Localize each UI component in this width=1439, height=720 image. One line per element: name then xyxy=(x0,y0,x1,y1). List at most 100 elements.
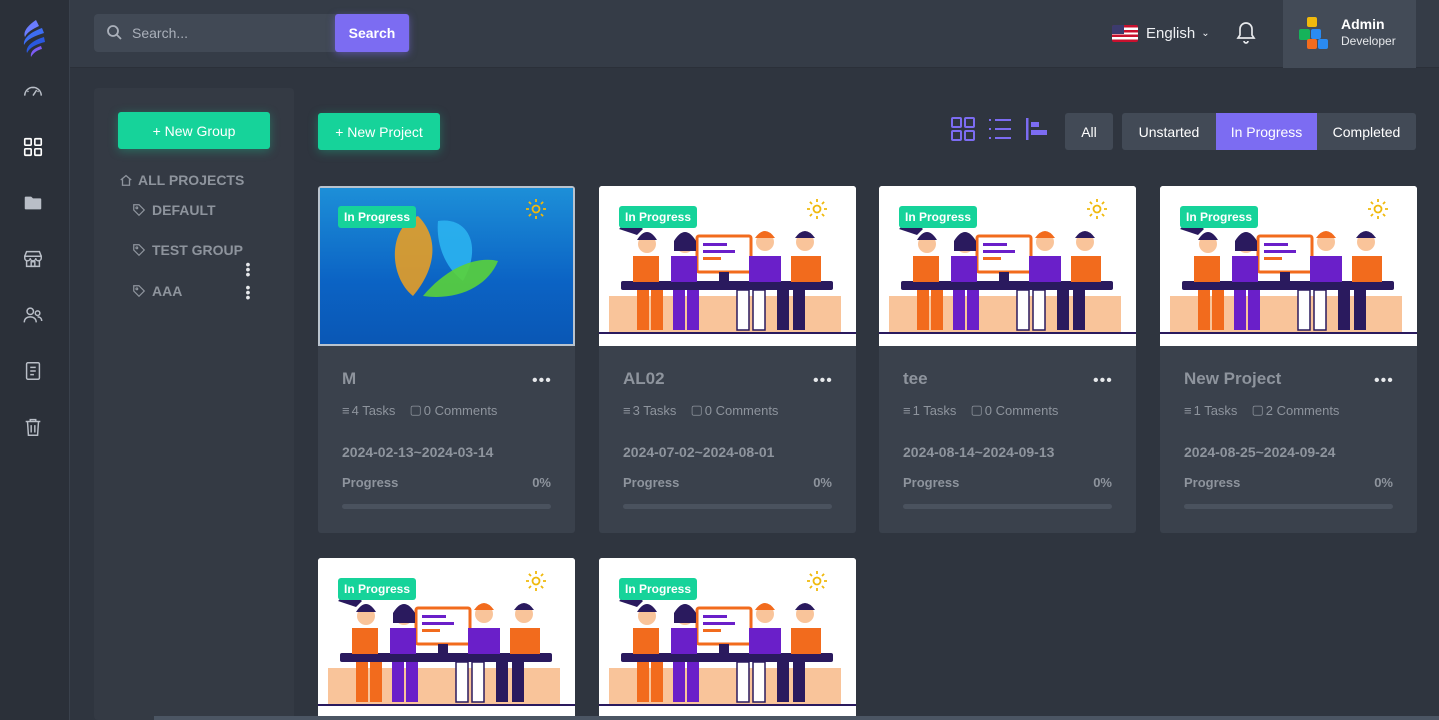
chevron-down-icon: ⌄ xyxy=(1201,27,1210,39)
project-date-range: 2024-08-25~2024-09-24 xyxy=(1184,444,1336,460)
progress-value: 0% xyxy=(1093,475,1112,490)
list-view-icon[interactable] xyxy=(987,116,1013,142)
task-count: 4 Tasks xyxy=(351,402,396,418)
app-logo-icon[interactable] xyxy=(17,18,51,58)
progress-label: Progress xyxy=(623,475,680,490)
project-card[interactable]: In Progress M ••• ≡ 4 Tasks ▢ 0 Comments 2… xyxy=(318,186,575,533)
project-date-range: 2024-02-13~2024-03-14 xyxy=(342,444,494,460)
progress-value: 0% xyxy=(1374,475,1393,490)
task-list-icon: ≡ xyxy=(342,402,350,418)
tag-icon xyxy=(133,244,146,257)
progress-value: 0% xyxy=(532,475,551,490)
more-options-icon[interactable]: ••• xyxy=(1374,372,1394,390)
progress-bar xyxy=(342,504,551,509)
filter-in-progress-button[interactable]: In Progress xyxy=(1216,113,1317,150)
more-options-icon[interactable]: ••• xyxy=(1093,372,1113,390)
all-projects-link[interactable]: ALL PROJECTS xyxy=(119,172,244,188)
top-bar: Search English ⌄ Admin Developer xyxy=(70,0,1439,68)
group-item-label: AAA xyxy=(152,283,183,299)
store-icon[interactable] xyxy=(22,248,48,274)
project-title[interactable]: New Project xyxy=(1184,369,1281,389)
status-badge: In Progress xyxy=(619,206,698,228)
comment-count: 2 Comments xyxy=(1265,402,1340,418)
dashboard-gauge-icon[interactable] xyxy=(22,80,48,106)
document-icon[interactable] xyxy=(22,360,48,386)
group-options-kebab-icon[interactable]: • • • xyxy=(243,257,253,281)
comment-count: 0 Comments xyxy=(984,402,1059,418)
users-icon[interactable] xyxy=(22,304,48,330)
gantt-view-icon[interactable] xyxy=(1024,116,1050,142)
home-icon xyxy=(120,174,132,186)
search-button[interactable]: Search xyxy=(335,14,409,52)
task-list-icon: ≡ xyxy=(903,402,911,418)
notification-bell-icon[interactable] xyxy=(1234,20,1258,46)
settings-gear-icon[interactable] xyxy=(1085,197,1109,221)
search-icon xyxy=(106,24,122,40)
comment-icon: ▢ xyxy=(970,402,983,417)
project-stats: ≡ 4 Tasks ▢ 0 Comments xyxy=(342,402,497,418)
group-item-aaa[interactable]: AAA xyxy=(132,283,182,299)
project-card[interactable]: In Progress AL02 ••• ≡ 3 Tasks ▢ 0 Comment… xyxy=(599,186,856,533)
progress-label: Progress xyxy=(342,475,399,490)
more-options-icon[interactable]: ••• xyxy=(532,372,552,390)
progress-bar xyxy=(903,504,1112,509)
user-name: Admin xyxy=(1341,16,1385,32)
horizontal-scrollbar[interactable] xyxy=(154,716,1439,720)
project-date-range: 2024-08-14~2024-09-13 xyxy=(903,444,1055,460)
project-date-range: 2024-07-02~2024-08-01 xyxy=(623,444,775,460)
folder-icon[interactable] xyxy=(22,192,48,218)
task-list-icon: ≡ xyxy=(623,402,631,418)
progress-label: Progress xyxy=(1184,475,1241,490)
more-options-icon[interactable]: ••• xyxy=(813,372,833,390)
progress-bar xyxy=(1184,504,1393,509)
tag-icon xyxy=(133,204,146,217)
group-item-test-group[interactable]: TEST GROUP xyxy=(132,242,243,258)
group-item-default[interactable]: DEFAULT xyxy=(132,202,216,218)
comment-count: 0 Comments xyxy=(704,402,779,418)
settings-gear-icon[interactable] xyxy=(524,197,548,221)
new-project-button[interactable]: + New Project xyxy=(318,113,440,150)
filter-unstarted-button[interactable]: Unstarted xyxy=(1122,113,1216,150)
project-stats: ≡ 1 Tasks ▢ 0 Comments xyxy=(903,402,1058,418)
comment-icon: ▢ xyxy=(1251,402,1264,417)
task-count: 1 Tasks xyxy=(1193,402,1238,418)
trash-icon[interactable] xyxy=(22,416,48,442)
left-nav-rail xyxy=(0,0,70,720)
status-badge: In Progress xyxy=(1180,206,1259,228)
task-list-icon: ≡ xyxy=(1184,402,1192,418)
group-item-label: DEFAULT xyxy=(152,202,216,218)
comment-count: 0 Comments xyxy=(423,402,498,418)
project-card[interactable]: In Progress New Project ••• ≡ 1 Tasks ▢ 2 … xyxy=(1160,186,1417,533)
project-stats: ≡ 3 Tasks ▢ 0 Comments xyxy=(623,402,778,418)
group-options-kebab-icon[interactable]: • • • xyxy=(243,280,253,304)
project-stats: ≡ 1 Tasks ▢ 2 Comments xyxy=(1184,402,1339,418)
filter-completed-button[interactable]: Completed xyxy=(1317,113,1416,150)
filter-all-button[interactable]: All xyxy=(1065,113,1113,150)
task-count: 3 Tasks xyxy=(632,402,677,418)
user-role: Developer xyxy=(1341,34,1396,48)
new-group-button[interactable]: + New Group xyxy=(118,112,270,149)
status-badge: In Progress xyxy=(338,578,417,600)
task-count: 1 Tasks xyxy=(912,402,957,418)
user-profile-menu[interactable]: Admin Developer xyxy=(1283,0,1416,68)
project-card[interactable]: In Progress tee ••• ≡ 1 Tasks ▢ 0 Comments… xyxy=(879,186,1136,533)
settings-gear-icon[interactable] xyxy=(805,197,829,221)
project-title[interactable]: tee xyxy=(903,369,928,389)
project-title[interactable]: M xyxy=(342,369,356,389)
progress-label: Progress xyxy=(903,475,960,490)
progress-value: 0% xyxy=(813,475,832,490)
settings-gear-icon[interactable] xyxy=(524,569,548,593)
all-projects-label: ALL PROJECTS xyxy=(138,172,245,188)
search-input[interactable] xyxy=(132,14,332,52)
projects-grid-icon[interactable] xyxy=(22,136,48,162)
progress-bar xyxy=(623,504,832,509)
project-title[interactable]: AL02 xyxy=(623,369,665,389)
project-card[interactable]: In Progress xyxy=(318,558,575,720)
grid-view-icon[interactable] xyxy=(950,116,976,142)
settings-gear-icon[interactable] xyxy=(1366,197,1390,221)
project-card[interactable]: In Progress xyxy=(599,558,856,720)
language-selector[interactable]: English ⌄ xyxy=(1112,22,1210,44)
comment-icon: ▢ xyxy=(690,402,703,417)
settings-gear-icon[interactable] xyxy=(805,569,829,593)
language-label: English xyxy=(1146,24,1196,42)
